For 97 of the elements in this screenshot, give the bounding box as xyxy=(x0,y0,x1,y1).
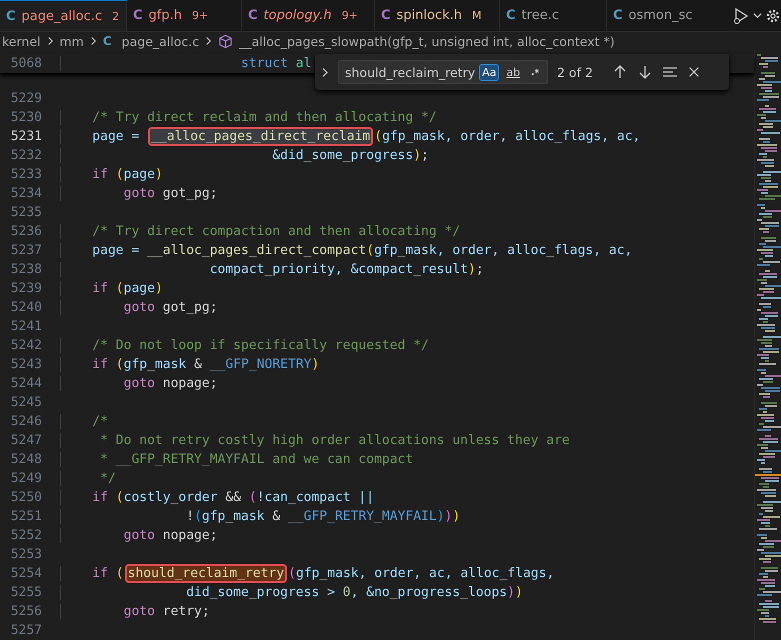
line-number: 5251 xyxy=(10,509,42,524)
code-line: if (page) xyxy=(60,281,163,296)
settings-icon[interactable] xyxy=(765,8,781,24)
code-line: if (gfp_mask & __GFP_NORETRY) xyxy=(60,357,320,372)
code-line: page = __alloc_pages_direct_compact(gfp_mask, order, alloc_flags, ac, xyxy=(60,243,632,258)
line-number: 5245 xyxy=(10,395,42,410)
chevron-icon xyxy=(90,36,97,46)
line-number: 5237 xyxy=(10,243,42,258)
editor-tab[interactable]: C topology.h 9+ xyxy=(242,0,375,32)
tab-status-text: 9+ xyxy=(342,9,358,22)
line-number: 5233 xyxy=(10,167,42,182)
tab-label: topology.h xyxy=(264,8,332,24)
line-number: 5248 xyxy=(10,452,42,467)
code-line: /* Do not loop if specifically requested */ xyxy=(60,338,429,353)
line-number: 5246 xyxy=(10,414,42,429)
code-line: goto got_pg; xyxy=(60,186,218,201)
line-number: 5230 xyxy=(10,110,42,125)
editor-tab[interactable]: C gfp.h 9+ xyxy=(127,0,242,32)
line-number: 5243 xyxy=(10,357,42,372)
code-line: did_some_progress > 0, &no_progress_loops)) xyxy=(60,585,523,600)
editor-tab[interactable]: C page_alloc.c 2 xyxy=(0,0,127,32)
search-match: should_reclaim_retry xyxy=(124,564,288,583)
line-number: 5068 xyxy=(10,56,42,71)
line-number: 5242 xyxy=(10,338,42,353)
code-line: if (page) xyxy=(60,167,163,182)
line-number: 5238 xyxy=(10,262,42,277)
c-file-icon: C xyxy=(133,8,143,24)
line-number: 5249 xyxy=(10,471,42,486)
chevron-icon[interactable] xyxy=(321,66,329,78)
line-number: 5241 xyxy=(10,319,42,334)
tab-status-text: M xyxy=(472,9,482,22)
code-line: if ( should_reclaim_retry (gfp_mask, order, ac, alloc_flags, xyxy=(60,566,554,581)
match-case-toggle[interactable]: Aa xyxy=(479,64,500,80)
code-line: &did_some_progress); xyxy=(60,148,429,163)
line-number: 5254 xyxy=(10,566,42,581)
editor-tab[interactable]: C tree.c xyxy=(500,0,607,32)
line-number: 5232 xyxy=(10,148,42,163)
tab-status-text: 2 xyxy=(112,10,120,23)
code-line: if (costly_order && (!can_compact || xyxy=(60,490,374,505)
editor-tab[interactable]: C osmon_sc xyxy=(607,0,701,32)
breadcrumb-item[interactable]: kernel xyxy=(2,34,40,49)
whole-word-toggle[interactable]: ab xyxy=(503,64,524,80)
line-number: 5253 xyxy=(10,547,42,562)
code-line: !(gfp_mask & __GFP_RETRY_MAYFAIL))) xyxy=(60,509,460,524)
code-line: /* Try direct compaction and then allocating */ xyxy=(60,224,460,239)
tab-label: gfp.h xyxy=(148,8,182,24)
code-line: * __GFP_RETRY_MAYFAIL and we can compact xyxy=(60,452,414,467)
line-number: 5231 xyxy=(10,129,42,144)
arrow-down-icon[interactable] xyxy=(636,64,653,80)
tab-label: osmon_sc xyxy=(628,8,693,24)
c-file-icon: C xyxy=(102,34,112,48)
chevron-icon xyxy=(205,36,212,46)
line-number: 5256 xyxy=(10,604,42,619)
line-number: 5236 xyxy=(10,224,42,239)
line-number: 5239 xyxy=(10,281,42,296)
code-line: /* xyxy=(60,414,108,429)
tab-label: page_alloc.c xyxy=(22,8,102,24)
code-line: goto got_pg; xyxy=(60,300,218,315)
code-line: goto nopage; xyxy=(60,376,218,391)
code-line: struct al xyxy=(60,56,312,71)
line-number: 5240 xyxy=(10,300,42,315)
c-file-icon: C xyxy=(6,8,16,24)
tab-label: spinlock.h xyxy=(396,8,462,24)
cube-icon xyxy=(218,34,234,49)
close-icon[interactable] xyxy=(686,65,701,79)
code-line: * Do not retry costly high order allocations unless they are xyxy=(60,433,570,448)
code-line: goto nopage; xyxy=(60,528,218,543)
tab-label: tree.c xyxy=(522,8,559,24)
caret-icon[interactable] xyxy=(753,11,762,20)
line-number: 5257 xyxy=(10,623,42,638)
editor-tab[interactable]: C spinlock.h M xyxy=(375,0,500,32)
c-file-icon: C xyxy=(381,8,391,24)
line-number: 5252 xyxy=(10,528,42,543)
breadcrumb-item[interactable]: page_alloc.c xyxy=(122,34,200,49)
line-number: 5255 xyxy=(10,585,42,600)
search-match: __alloc_pages_direct_reclaim xyxy=(148,127,374,146)
code-line: compact_priority, &compact_result); xyxy=(60,262,484,277)
c-file-icon: C xyxy=(506,8,516,24)
c-file-icon: C xyxy=(613,8,623,24)
line-number: 5247 xyxy=(10,433,42,448)
code-line: */ xyxy=(60,471,116,486)
chevron-icon xyxy=(46,36,54,46)
c-file-icon: C xyxy=(248,8,258,24)
line-number: 5234 xyxy=(10,186,42,201)
line-number: 5244 xyxy=(10,376,42,391)
line-number: 5229 xyxy=(10,91,42,106)
tab-status-text: 9+ xyxy=(192,9,208,22)
play-icon[interactable] xyxy=(732,6,750,25)
breadcrumb-item[interactable]: __alloc_pages_slowpath(gfp_t, unsigned int, alloc_context *) xyxy=(239,34,615,49)
line-number: 5235 xyxy=(10,205,42,220)
code-line: page = __alloc_pages_direct_reclaim (gfp_mask, order, alloc_flags, ac, xyxy=(60,129,640,144)
code-line: goto retry; xyxy=(60,604,210,619)
find-field[interactable]: should_reclaim_retry Aa ab xyxy=(338,60,548,84)
breadcrumb-item[interactable]: mm xyxy=(60,34,84,49)
line-number: 5250 xyxy=(10,490,42,505)
code-line: /* Try direct reclaim and then allocating */ xyxy=(60,110,437,125)
match-count: 2 of 2 xyxy=(557,64,593,80)
